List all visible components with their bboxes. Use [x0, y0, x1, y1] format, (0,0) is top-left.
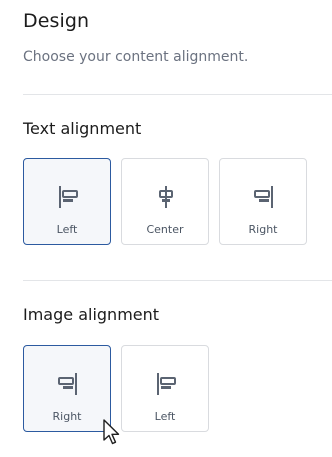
- page-title: Design: [23, 10, 90, 32]
- option-label: Left: [56, 223, 78, 236]
- option-label: Right: [52, 410, 82, 423]
- image-align-right-option[interactable]: Right: [23, 345, 111, 432]
- divider: [23, 280, 332, 281]
- text-align-left-option[interactable]: Left: [23, 158, 111, 245]
- divider: [23, 94, 332, 95]
- mouse-pointer-icon: [103, 419, 120, 445]
- option-label: Left: [154, 410, 176, 423]
- option-label: Center: [146, 223, 184, 236]
- text-alignment-heading: Text alignment: [23, 119, 142, 138]
- option-label: Right: [248, 223, 278, 236]
- text-align-center-option[interactable]: Center: [121, 158, 209, 245]
- align-center-icon: [159, 186, 173, 208]
- align-left-icon: [59, 186, 78, 208]
- align-right-icon: [254, 186, 273, 208]
- align-left-icon: [157, 373, 176, 395]
- align-right-icon: [58, 373, 77, 395]
- image-align-left-option[interactable]: Left: [121, 345, 209, 432]
- page-subtitle: Choose your content alignment.: [23, 49, 249, 65]
- image-alignment-heading: Image alignment: [23, 305, 160, 324]
- text-align-right-option[interactable]: Right: [219, 158, 307, 245]
